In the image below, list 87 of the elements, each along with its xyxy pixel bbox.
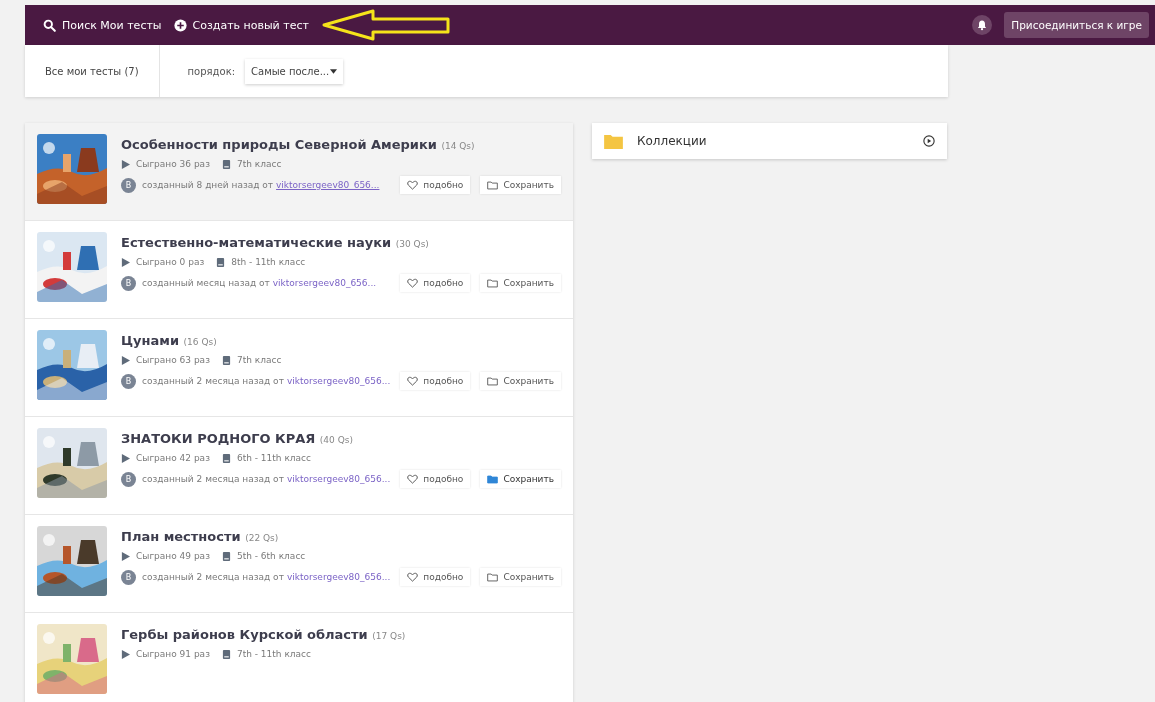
collections-panel[interactable]: Коллекции bbox=[592, 123, 947, 159]
quiz-title[interactable]: План местности bbox=[121, 529, 241, 544]
avatar: В bbox=[121, 275, 136, 291]
play-icon bbox=[121, 355, 130, 365]
save-button[interactable]: Сохранить bbox=[480, 470, 561, 488]
collections-title: Коллекции bbox=[637, 134, 708, 148]
book-icon bbox=[221, 649, 231, 659]
quiz-row[interactable]: Цунами (16 Qs) Сыграно 63 раз 7th класс В созданный 2 месяца назад от viktorsergeev80_656... подобно Сохранить bbox=[25, 319, 573, 417]
question-count: (14 Qs) bbox=[441, 141, 475, 151]
created-info: созданный 2 месяца назад от bbox=[142, 572, 284, 582]
question-count: (16 Qs) bbox=[183, 337, 217, 347]
heart-icon bbox=[407, 180, 419, 190]
author-link[interactable]: viktorsergeev80_656... bbox=[286, 376, 391, 386]
created-info: созданный 8 дней назад от bbox=[142, 180, 274, 190]
grade-label: 7th класс bbox=[236, 355, 282, 365]
play-count: Сыграно 49 раз bbox=[136, 551, 210, 561]
bell-icon bbox=[976, 19, 989, 31]
heart-icon bbox=[407, 376, 419, 386]
order-label: порядок: bbox=[187, 65, 236, 77]
question-count: (40 Qs) bbox=[319, 435, 353, 445]
save-button[interactable]: Сохранить bbox=[480, 568, 561, 586]
quiz-row[interactable]: Гербы районов Курской области (17 Qs) Сыграно 91 раз 7th - 11th класс bbox=[25, 613, 573, 702]
notification-bell-button[interactable] bbox=[972, 15, 993, 35]
heart-icon bbox=[407, 572, 419, 582]
avatar: В bbox=[121, 177, 136, 193]
question-count: (17 Qs) bbox=[372, 631, 406, 641]
heart-icon bbox=[407, 474, 419, 484]
search-icon bbox=[43, 18, 56, 32]
author-link[interactable]: viktorsergeev80_656... bbox=[276, 180, 380, 190]
quiz-row[interactable]: План местности (22 Qs) Сыграно 49 раз 5th - 6th класс В созданный 2 месяца назад от viktorsergeev80_656... подобно Сохранить bbox=[25, 515, 573, 613]
play-count: Сыграно 42 раз bbox=[136, 453, 210, 463]
author-link[interactable]: viktorsergeev80_656... bbox=[286, 474, 391, 484]
play-icon bbox=[121, 159, 130, 169]
like-button[interactable]: подобно bbox=[400, 372, 471, 390]
save-button[interactable]: Сохранить bbox=[480, 274, 561, 292]
quiz-row[interactable]: ЗНАТОКИ РОДНОГО КРАЯ (40 Qs) Сыграно 42 раз 6th - 11th класс В созданный 2 месяца назад от viktorsergeev80_656... подобно Сохранить bbox=[25, 417, 573, 515]
grade-label: 7th класс bbox=[236, 159, 282, 169]
search-link[interactable]: Поиск Мои тесты bbox=[43, 18, 162, 32]
quiz-row[interactable]: Естественно-математические науки (30 Qs) Сыграно 0 раз 8th - 11th класс В созданный месяц назад от viktorsergeev80_656... подобно Сохранить bbox=[25, 221, 573, 319]
quiz-title[interactable]: Естественно-математические науки bbox=[121, 235, 392, 250]
play-count: Сыграно 91 раз bbox=[136, 649, 210, 659]
caret-icon bbox=[330, 68, 338, 74]
play-icon bbox=[121, 453, 130, 463]
save-button[interactable]: Сохранить bbox=[480, 176, 561, 194]
avatar: В bbox=[121, 373, 136, 389]
grade-label: 6th - 11th класс bbox=[236, 453, 311, 463]
avatar: В bbox=[121, 569, 136, 585]
order-dropdown[interactable]: Самые после... bbox=[245, 58, 344, 84]
play-count: Сыграно 63 раз bbox=[136, 355, 210, 365]
heart-icon bbox=[407, 278, 419, 288]
like-button[interactable]: подобно bbox=[400, 274, 471, 292]
play-count: Сыграно 36 раз bbox=[136, 159, 210, 169]
author-link[interactable]: viktorsergeev80_656... bbox=[272, 278, 377, 288]
quiz-title[interactable]: Цунами bbox=[121, 333, 180, 348]
like-button[interactable]: подобно bbox=[400, 568, 471, 586]
quiz-row[interactable]: Особенности природы Северной Америки (14 Qs) Сыграно 36 раз 7th класс В созданный 8 дней назад от viktorsergeev80_656... подобно Сохранить bbox=[25, 123, 573, 221]
create-test-link[interactable]: Создать новый тест bbox=[173, 18, 309, 32]
book-icon bbox=[221, 551, 231, 561]
grade-label: 5th - 6th класс bbox=[236, 551, 306, 561]
book-icon bbox=[221, 159, 231, 169]
play-count: Сыграно 0 раз bbox=[136, 257, 205, 267]
plus-circle-icon bbox=[173, 18, 187, 32]
grade-label: 7th - 11th класс bbox=[236, 649, 311, 659]
play-circle-icon bbox=[923, 135, 935, 147]
like-button[interactable]: подобно bbox=[400, 470, 471, 488]
quiz-title[interactable]: Гербы районов Курской области bbox=[121, 627, 368, 642]
book-icon bbox=[221, 453, 231, 463]
book-icon bbox=[216, 257, 226, 267]
created-info: созданный 2 месяца назад от bbox=[142, 376, 284, 386]
save-button[interactable]: Сохранить bbox=[480, 372, 561, 390]
question-count: (30 Qs) bbox=[395, 239, 429, 249]
created-info: созданный 2 месяца назад от bbox=[142, 474, 284, 484]
author-link[interactable]: viktorsergeev80_656... bbox=[286, 572, 391, 582]
like-button[interactable]: подобно bbox=[400, 176, 471, 194]
all-tests-tab[interactable]: Все мои тесты (7) bbox=[25, 45, 160, 97]
book-icon bbox=[221, 355, 231, 365]
play-icon bbox=[121, 257, 130, 267]
play-icon bbox=[121, 551, 130, 561]
quiz-title[interactable]: ЗНАТОКИ РОДНОГО КРАЯ bbox=[121, 431, 316, 446]
quiz-title[interactable]: Особенности природы Северной Америки bbox=[121, 137, 437, 152]
play-icon bbox=[121, 649, 130, 659]
avatar: В bbox=[121, 471, 136, 487]
folder-icon bbox=[604, 133, 623, 149]
grade-label: 8th - 11th класс bbox=[231, 257, 306, 267]
join-game-button[interactable]: Присоединиться к игре bbox=[1004, 12, 1149, 38]
question-count: (22 Qs) bbox=[245, 533, 279, 543]
created-info: созданный месяц назад от bbox=[142, 278, 270, 288]
